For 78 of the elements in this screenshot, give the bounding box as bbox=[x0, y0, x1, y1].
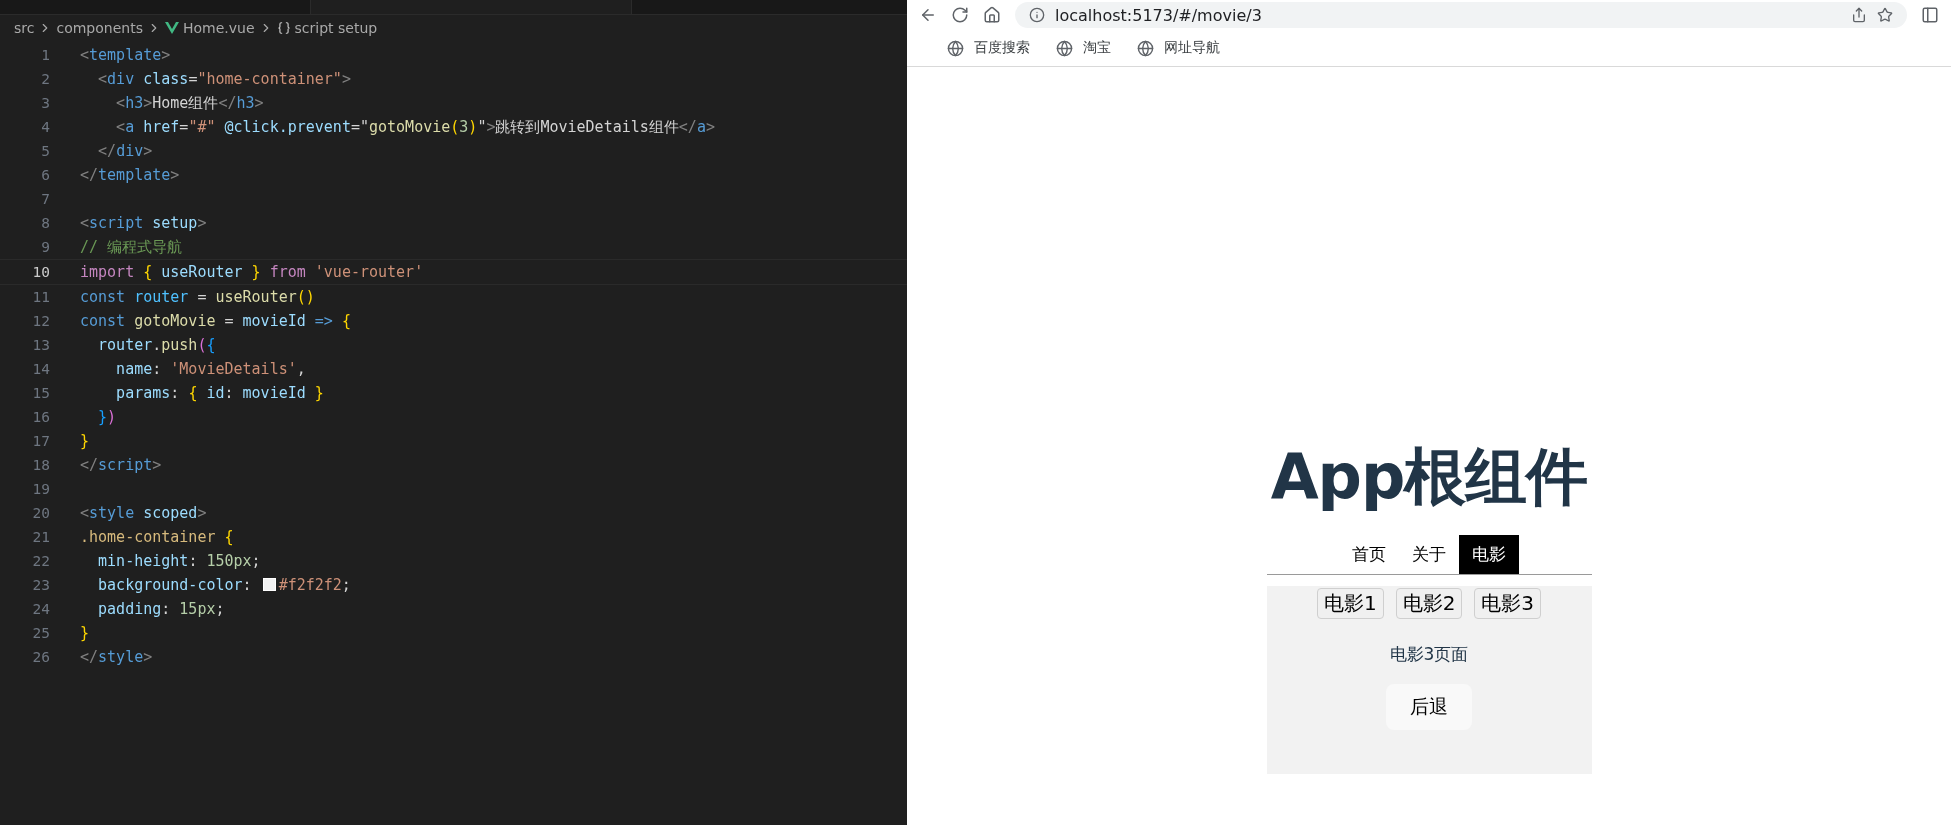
code-line: .home-container { bbox=[80, 528, 234, 546]
page-title: App根组件 bbox=[1270, 439, 1588, 515]
bookmark-link[interactable]: 网址导航 bbox=[1137, 39, 1220, 57]
code-line: } bbox=[80, 432, 90, 450]
nav-link[interactable]: 关于 bbox=[1399, 535, 1459, 574]
line-number: 26 bbox=[31, 649, 50, 665]
code-line: const gotoMovie = movieId => { bbox=[80, 312, 351, 330]
breadcrumb-item[interactable]: Home.vue bbox=[182, 20, 255, 36]
side-panel-icon[interactable] bbox=[1921, 6, 1939, 24]
back-button[interactable]: 后退 bbox=[1386, 684, 1472, 730]
line-number: 12 bbox=[31, 313, 50, 329]
code-line: }) bbox=[97, 408, 117, 426]
line-number: 4 bbox=[40, 119, 50, 135]
code-line: } bbox=[80, 624, 90, 642]
info-icon[interactable] bbox=[1029, 7, 1045, 23]
code-line: background-color: #f2f2f2; bbox=[97, 576, 351, 594]
code-line: // 编程式导航 bbox=[80, 237, 183, 257]
code-line: </template> bbox=[80, 166, 180, 184]
bookmark-link[interactable]: 淘宝 bbox=[1056, 39, 1111, 57]
line-number: 16 bbox=[31, 409, 50, 425]
code-line: <div class="home-container"> bbox=[97, 70, 351, 88]
line-number: 8 bbox=[40, 215, 50, 231]
star-icon[interactable] bbox=[1877, 7, 1893, 23]
line-number: 22 bbox=[31, 553, 50, 569]
nav-link[interactable]: 电影 bbox=[1459, 535, 1519, 574]
code-line: name: 'MovieDetails', bbox=[115, 360, 306, 378]
code-line: <a href="#" @click.prevent="gotoMovie(3)">跳转到MovieDetails组件</a> bbox=[115, 117, 715, 137]
code-line: </div> bbox=[97, 142, 153, 160]
code-line: <script setup> bbox=[80, 214, 207, 232]
line-number: 10 bbox=[31, 264, 50, 280]
breadcrumb-item[interactable]: src bbox=[14, 20, 35, 36]
code-line: const router = useRouter() bbox=[80, 288, 315, 306]
breadcrumb-item[interactable]: components bbox=[56, 20, 143, 36]
movie-link[interactable]: 电影2 bbox=[1395, 588, 1463, 619]
movie-link[interactable]: 电影1 bbox=[1316, 588, 1384, 619]
code-line: <style scoped> bbox=[80, 504, 207, 522]
line-number: 5 bbox=[40, 143, 50, 159]
nav-link[interactable]: 首页 bbox=[1339, 535, 1399, 574]
line-number: 17 bbox=[31, 433, 50, 449]
line-number: 23 bbox=[31, 577, 50, 593]
code-line: import { useRouter } from 'vue-router' bbox=[80, 263, 424, 281]
home-icon[interactable] bbox=[983, 6, 1001, 24]
line-number: 3 bbox=[40, 95, 50, 111]
code-line: </script> bbox=[80, 456, 162, 474]
globe-icon bbox=[1137, 39, 1154, 57]
line-number: 15 bbox=[31, 385, 50, 401]
reload-icon[interactable] bbox=[951, 6, 969, 24]
line-number: 2 bbox=[40, 71, 50, 87]
code-line: router.push({ bbox=[97, 336, 216, 354]
globe-icon bbox=[1056, 39, 1073, 57]
line-number: 25 bbox=[31, 625, 50, 641]
braces-icon bbox=[276, 21, 291, 35]
share-icon[interactable] bbox=[1851, 7, 1867, 23]
movie-link[interactable]: 电影3 bbox=[1474, 588, 1542, 619]
line-number: 7 bbox=[40, 191, 50, 207]
line-number: 20 bbox=[31, 505, 50, 521]
line-number: 19 bbox=[31, 481, 50, 497]
line-number: 21 bbox=[31, 529, 50, 545]
code-line: params: { id: movieId } bbox=[115, 384, 324, 402]
globe-icon bbox=[947, 39, 964, 57]
line-number: 24 bbox=[31, 601, 50, 617]
line-number: 13 bbox=[31, 337, 50, 353]
code-line: <template> bbox=[80, 46, 171, 64]
line-number: 14 bbox=[31, 361, 50, 377]
line-number: 1 bbox=[40, 47, 50, 63]
vue-logo-icon bbox=[164, 22, 179, 34]
line-number: 18 bbox=[31, 457, 50, 473]
code-line: <h3>Home组件</h3> bbox=[115, 93, 264, 113]
line-number: 11 bbox=[31, 289, 50, 305]
line-number: 6 bbox=[40, 167, 50, 183]
line-number: 9 bbox=[40, 239, 50, 255]
code-line: </style> bbox=[80, 648, 153, 666]
code-line: min-height: 150px; bbox=[97, 552, 261, 570]
bookmark-link[interactable]: 百度搜索 bbox=[947, 39, 1030, 57]
address-bar[interactable]: localhost:5173/#/movie/3 bbox=[1015, 2, 1907, 28]
breadcrumb-item[interactable]: script setup bbox=[294, 20, 378, 36]
movie-detail-text: 电影3页面 bbox=[1389, 643, 1469, 666]
code-line: padding: 15px; bbox=[97, 600, 225, 618]
